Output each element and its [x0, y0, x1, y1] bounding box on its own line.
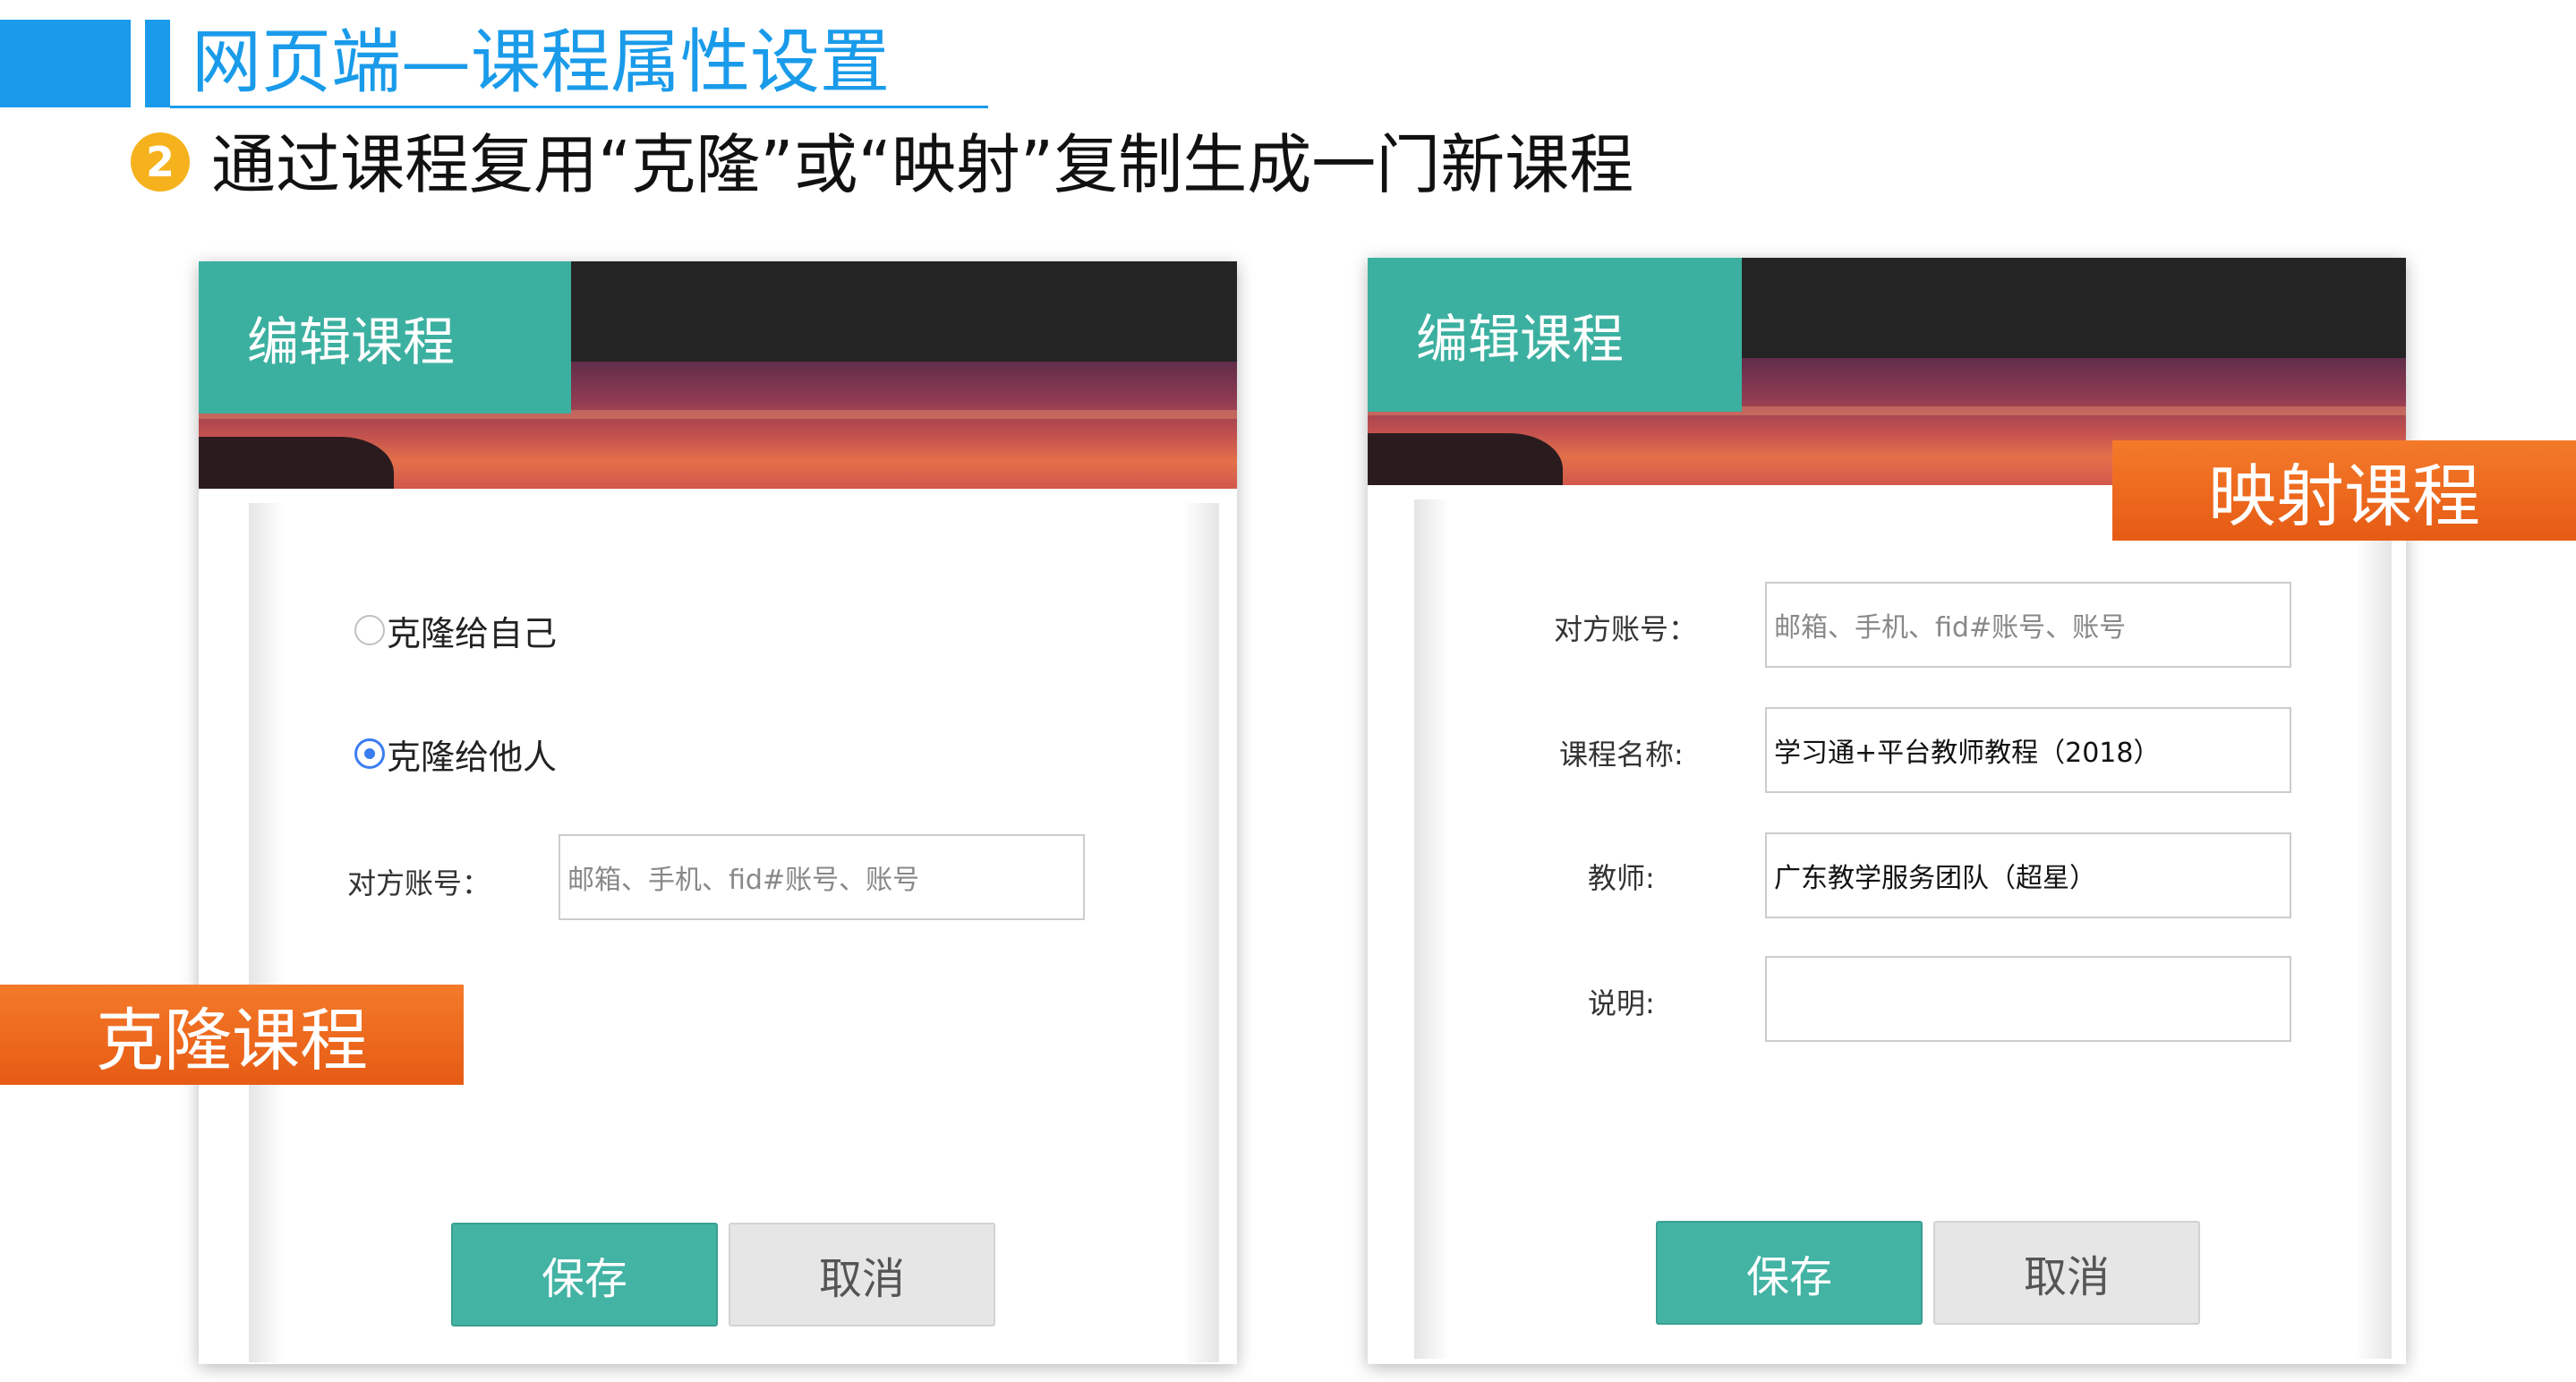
- option-label: 克隆给他人: [387, 737, 558, 777]
- account-input[interactable]: 邮箱、手机、fid#账号、账号: [1765, 582, 2291, 668]
- account-label: 对方账号：: [1554, 612, 1698, 646]
- dialog-title: 编辑课程: [1368, 258, 1742, 412]
- option-label: 克隆给自己: [387, 613, 558, 653]
- clone-course-callout: 克隆课程: [0, 985, 464, 1085]
- radio-unchecked-icon[interactable]: [354, 615, 385, 645]
- description-label: 说明:: [1588, 986, 1655, 1020]
- save-button[interactable]: 保存: [451, 1223, 718, 1327]
- clone-to-others-option[interactable]: 克隆给他人: [354, 729, 557, 779]
- cancel-button[interactable]: 取消: [729, 1223, 995, 1327]
- teacher-label: 教师:: [1588, 861, 1655, 895]
- clone-to-self-option[interactable]: 克隆给自己: [354, 605, 557, 655]
- step-number-badge: 2: [131, 132, 190, 192]
- save-button[interactable]: 保存: [1656, 1221, 1923, 1325]
- description-input[interactable]: [1765, 956, 2291, 1042]
- slide-title: 网页端—课程属性设置: [192, 22, 891, 103]
- account-input[interactable]: 邮箱、手机、fid#账号、账号: [559, 834, 1085, 920]
- dialog-banner: 编辑课程: [199, 261, 1237, 489]
- step-description: 通过课程复用“克隆”或“映射”复制生成一门新课程: [211, 127, 1634, 202]
- map-course-dialog: 编辑课程 对方账号： 邮箱、手机、fid#账号、账号 课程名称: 学习通+平台教…: [1368, 258, 2406, 1364]
- cancel-button[interactable]: 取消: [1933, 1221, 2200, 1325]
- teacher-input[interactable]: 广东教学服务团队（超星）: [1765, 832, 2291, 918]
- radio-checked-icon[interactable]: [354, 738, 385, 769]
- course-name-label: 课程名称:: [1559, 738, 1684, 772]
- title-accent-block: [0, 20, 131, 107]
- course-name-input[interactable]: 学习通+平台教师教程（2018）: [1765, 707, 2291, 793]
- dialog-title: 编辑课程: [199, 261, 571, 414]
- account-label: 对方账号：: [347, 866, 491, 900]
- title-accent-stripe: [145, 20, 170, 107]
- title-underline: [170, 106, 988, 108]
- slide: 网页端—课程属性设置 2 通过课程复用“克隆”或“映射”复制生成一门新课程 编辑…: [0, 0, 2576, 1382]
- clone-course-dialog: 编辑课程 克隆给自己 克隆给他人 对方账号： 邮箱、手机、fid#账号、账号 保…: [199, 261, 1237, 1364]
- map-course-callout: 映射课程: [2112, 440, 2576, 541]
